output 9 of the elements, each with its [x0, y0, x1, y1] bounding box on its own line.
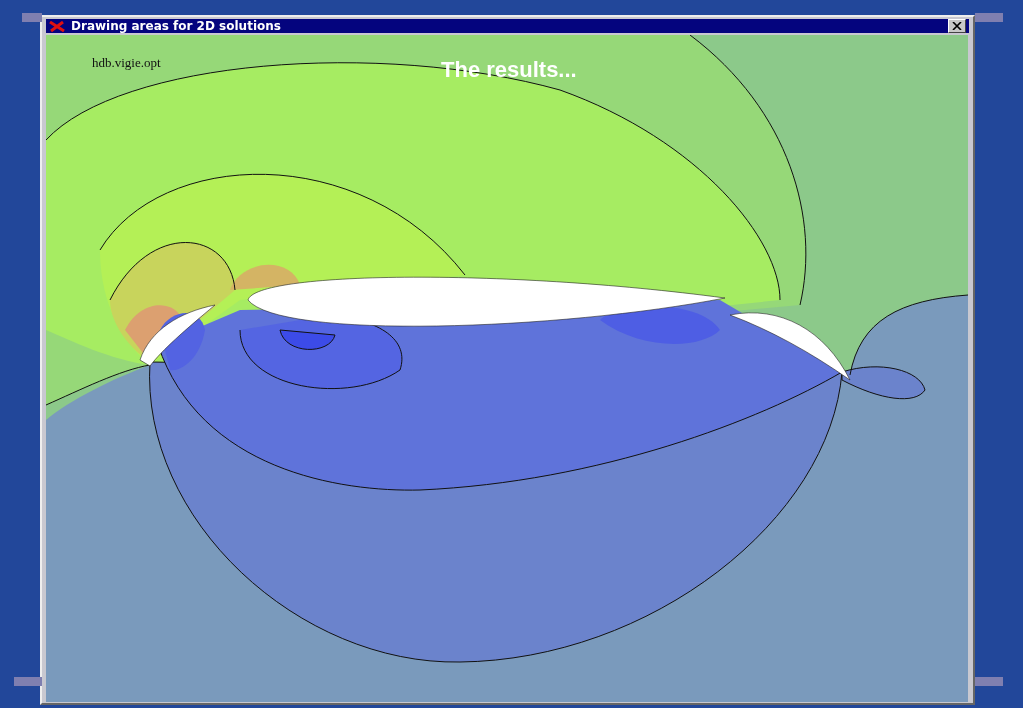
window-title: Drawing areas for 2D solutions [71, 19, 282, 33]
slide-decoration-bar [975, 677, 1003, 686]
close-button[interactable] [948, 19, 966, 33]
slide-decoration-bar [975, 13, 1003, 22]
app-icon [49, 20, 65, 32]
close-icon [952, 22, 962, 30]
file-label: hdb.vigie.opt [92, 55, 161, 71]
slide-decoration-bar [14, 677, 42, 686]
slide-decoration-bar [22, 13, 42, 22]
